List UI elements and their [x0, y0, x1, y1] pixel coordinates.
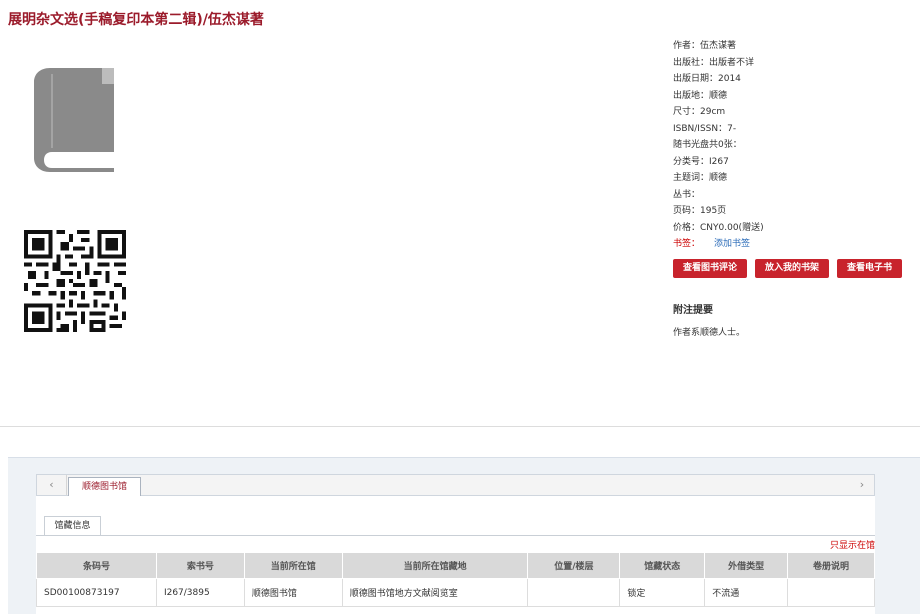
col-barcode: 条码号: [36, 552, 157, 579]
col-volume-note: 卷册说明: [787, 552, 875, 579]
col-library: 当前所在馆: [243, 552, 343, 579]
tab-library[interactable]: 顺德图书馆: [68, 477, 141, 496]
action-buttons: 查看图书评论 放入我的书架 查看电子书: [673, 259, 902, 278]
meta-publisher: 出版社：出版者不详: [673, 57, 755, 68]
tab-holdings-info[interactable]: 馆藏信息: [44, 516, 101, 535]
section-divider: [0, 426, 920, 427]
meta-price: 价格：CNY0.00(赠送): [673, 222, 764, 233]
col-loan-type: 外借类型: [704, 552, 789, 579]
notes-heading: 附注提要: [673, 305, 713, 316]
page-title: 展明杂文选(手稿复印本第二辑)/伍杰谋著: [8, 12, 264, 28]
col-floor: 位置/楼层: [527, 552, 621, 579]
cell-volume-note: [787, 578, 875, 607]
add-tag-link[interactable]: 添加书签: [714, 239, 750, 249]
only-show-available-link[interactable]: 只显示在馆: [830, 538, 875, 551]
holdings-table: 条码号 索书号 当前所在馆 当前所在馆藏地 位置/楼层 馆藏状态 外借类型 卷册…: [36, 552, 875, 607]
cell-location: 顺德图书馆地方文献阅览室: [341, 578, 529, 607]
book-metadata: 作者：伍杰谋著 出版社：出版者不详 出版日期：2014 出版地：顺德 尺寸：29…: [673, 38, 764, 253]
table-header-row: 条码号 索书号 当前所在馆 当前所在馆藏地 位置/楼层 馆藏状态 外借类型 卷册…: [36, 552, 875, 579]
cell-library: 顺德图书馆: [243, 578, 343, 607]
meta-class-no: 分类号：I267: [673, 156, 729, 167]
notes-body: 作者系顺德人士。: [673, 328, 746, 338]
cell-floor: [527, 578, 621, 607]
view-reviews-button[interactable]: 查看图书评论: [673, 259, 747, 278]
meta-pub-date: 出版日期：2014: [673, 74, 741, 84]
meta-series: 丛书：: [673, 189, 701, 200]
meta-pages: 页码：195页: [673, 206, 727, 216]
meta-author: 作者：伍杰谋著: [673, 41, 737, 51]
meta-tags: 书签： 添加书签: [673, 236, 764, 253]
meta-size: 尺寸：29cm: [673, 107, 726, 117]
meta-isbn: ISBN/ISSN：7-: [673, 123, 737, 134]
col-status: 馆藏状态: [619, 552, 706, 579]
cell-loan-type: 不流通: [704, 578, 789, 607]
cell-call-no: I267/3895: [155, 578, 245, 607]
qr-code-icon: [24, 230, 126, 332]
meta-cd: 随书光盘共0张：: [673, 140, 742, 150]
col-location: 当前所在馆藏地: [341, 552, 529, 579]
book-icon: [34, 68, 114, 172]
tags-label: 书签：: [673, 239, 701, 249]
meta-subject: 主题词：顺德: [673, 173, 728, 183]
tab-prev-arrow-icon[interactable]: ‹: [37, 475, 67, 495]
subtab-divider: [36, 535, 875, 536]
cell-status: 锁定: [619, 578, 706, 607]
meta-pub-place: 出版地：顺德: [673, 90, 728, 101]
holdings-panel: 馆藏信息 只显示在馆 条码号 索书号 当前所在馆 当前所在馆藏地 位置/楼层 馆…: [36, 496, 875, 614]
add-to-shelf-button[interactable]: 放入我的书架: [755, 259, 829, 278]
tab-next-arrow-icon[interactable]: ›: [850, 475, 874, 495]
cell-barcode: SD00100873197: [36, 578, 157, 607]
table-row: SD00100873197 I267/3895 顺德图书馆 顺德图书馆地方文献阅…: [36, 578, 875, 607]
col-call-no: 索书号: [155, 552, 245, 579]
view-ebook-button[interactable]: 查看电子书: [837, 259, 902, 278]
library-tabbar: ‹ 顺德图书馆 ›: [36, 474, 875, 496]
